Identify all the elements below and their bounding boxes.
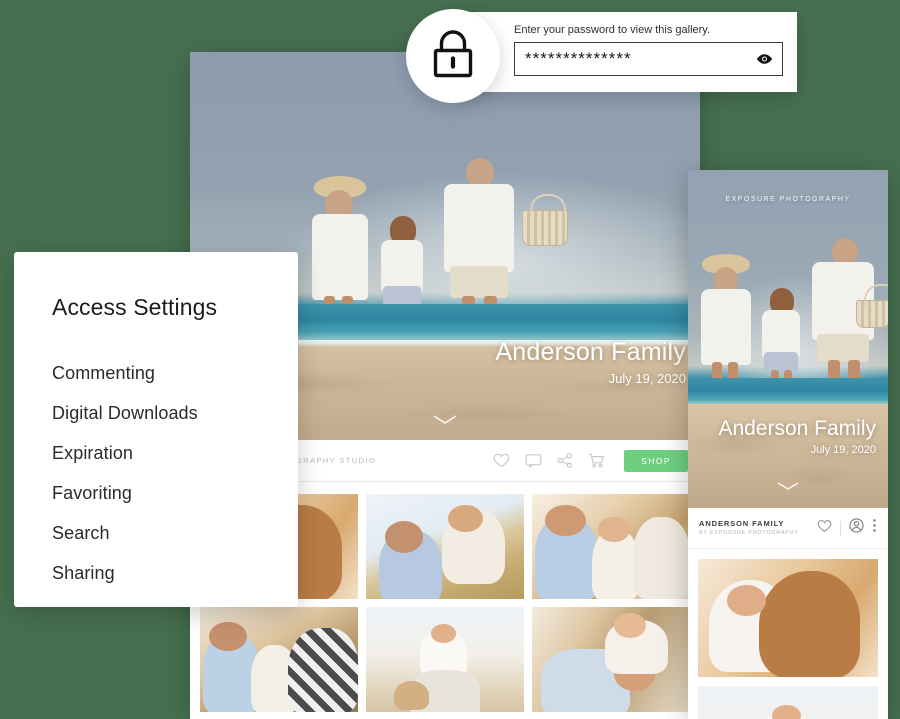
mobile-hero-picnic-basket xyxy=(856,284,888,328)
mobile-brand-bar: Exposure Photography xyxy=(725,196,851,203)
heart-icon[interactable] xyxy=(817,519,832,538)
hero-picnic-basket xyxy=(522,194,568,246)
lock-icon xyxy=(431,29,475,84)
photo-thumbnail[interactable] xyxy=(532,494,690,599)
lock-badge xyxy=(406,9,500,103)
mobile-hero-date: July 19, 2020 xyxy=(810,444,876,456)
desktop-hero-title: Anderson Family xyxy=(495,337,686,366)
access-setting-expiration[interactable]: Expiration xyxy=(52,433,298,473)
mobile-gallery-identity: Anderson Family By Exposure Photography xyxy=(699,519,799,537)
photo-thumbnail[interactable] xyxy=(698,559,878,677)
photo-thumbnail[interactable] xyxy=(698,686,878,719)
heart-icon[interactable] xyxy=(493,453,510,468)
mobile-gallery-name: Anderson Family xyxy=(699,518,785,528)
mobile-toolbar-actions xyxy=(817,518,877,538)
access-setting-favoriting[interactable]: Favoriting xyxy=(52,473,298,513)
mobile-hero-banner: Exposure Photography Anderson Family Jul… xyxy=(688,170,888,508)
eye-icon[interactable] xyxy=(756,53,773,65)
mobile-gallery-byline: By Exposure Photography xyxy=(699,530,799,537)
desktop-toolbar-actions: SHOP xyxy=(493,449,688,472)
mobile-gallery-toolbar: Anderson Family By Exposure Photography xyxy=(688,508,888,549)
cart-icon[interactable] xyxy=(588,453,605,468)
desktop-hero-date: July 19, 2020 xyxy=(608,371,686,386)
desktop-hero-caption: Anderson Family July 19, 2020 xyxy=(495,337,686,386)
mobile-gallery-mockup: Exposure Photography Anderson Family Jul… xyxy=(688,170,888,719)
mobile-hero-ocean-band xyxy=(688,378,888,406)
password-prompt-panel: Enter your password to view this gallery… xyxy=(466,12,797,92)
chevron-down-icon[interactable] xyxy=(432,412,458,430)
access-setting-sharing[interactable]: Sharing xyxy=(52,553,298,593)
photo-thumbnail[interactable] xyxy=(200,607,358,712)
access-setting-digital-downloads[interactable]: Digital Downloads xyxy=(52,393,298,433)
access-settings-list: Commenting Digital Downloads Expiration … xyxy=(52,353,298,593)
password-field-wrapper[interactable] xyxy=(514,42,783,76)
access-settings-title: Access Settings xyxy=(52,294,218,320)
chevron-down-icon[interactable] xyxy=(776,478,800,496)
comment-icon[interactable] xyxy=(525,453,542,468)
shop-button[interactable]: SHOP xyxy=(624,449,688,472)
access-setting-search[interactable]: Search xyxy=(52,513,298,553)
access-settings-panel: Access Settings Commenting Digital Downl… xyxy=(14,252,298,607)
mobile-photo-grid xyxy=(688,549,888,719)
password-input[interactable] xyxy=(525,49,748,69)
password-prompt-label: Enter your password to view this gallery… xyxy=(514,24,711,36)
mobile-hero-title: Anderson Family xyxy=(718,416,876,440)
access-setting-commenting[interactable]: Commenting xyxy=(52,353,298,393)
photo-thumbnail[interactable] xyxy=(532,607,690,712)
share-icon[interactable] xyxy=(557,453,573,468)
photo-thumbnail[interactable] xyxy=(366,494,524,599)
toolbar-divider xyxy=(840,520,841,536)
more-vertical-icon[interactable] xyxy=(872,518,877,538)
photo-thumbnail[interactable] xyxy=(366,607,524,712)
account-icon[interactable] xyxy=(849,518,864,538)
mobile-hero-caption: Anderson Family July 19, 2020 xyxy=(718,416,876,456)
